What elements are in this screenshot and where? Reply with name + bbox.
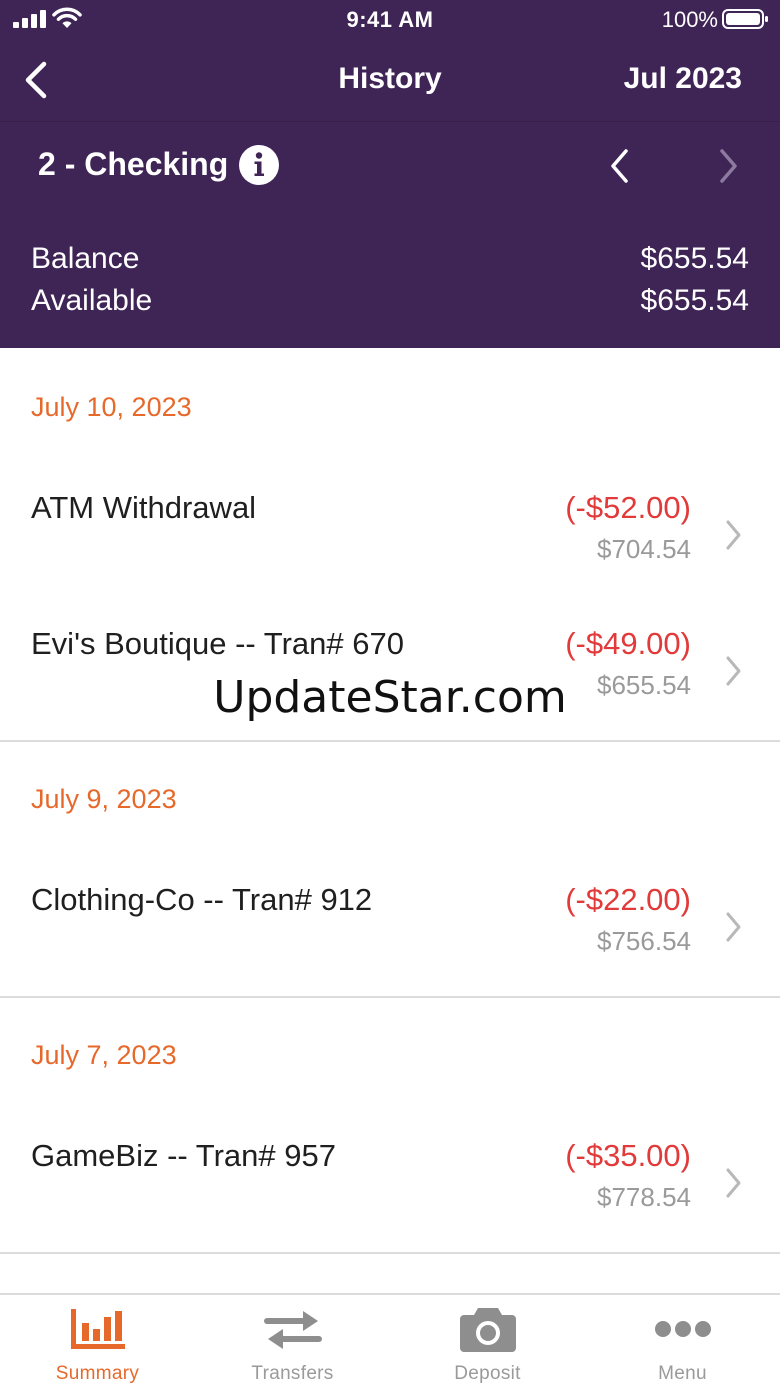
bar-chart-icon [0, 1305, 195, 1353]
next-account-button[interactable] [712, 146, 744, 186]
transaction-running-balance: $655.54 [597, 670, 691, 700]
chevron-right-icon [726, 656, 741, 686]
transaction-row[interactable]: ATM Withdrawal (-$52.00) $704.54 [0, 490, 780, 620]
transaction-name: Evi's Boutique -- Tran# 670 [31, 626, 404, 661]
transaction-name: GameBiz -- Tran# 957 [31, 1138, 336, 1173]
camera-icon [390, 1305, 585, 1353]
chevron-right-icon [726, 1168, 741, 1198]
status-bar: 9:41 AM 100% [0, 0, 780, 40]
tab-label: Summary [55, 1363, 140, 1384]
section-divider [0, 1252, 780, 1254]
battery-percent: 100% [661, 7, 718, 32]
date-header: July 10, 2023 [31, 392, 192, 422]
chevron-right-icon [726, 520, 741, 550]
account-header: 9:41 AM 100% History Jul 2023 2 - Checki… [0, 0, 780, 348]
transaction-row[interactable]: Evi's Boutique -- Tran# 670 (-$49.00) $6… [0, 626, 780, 756]
transaction-row[interactable]: GameBiz -- Tran# 957 (-$35.00) $778.54 [0, 1138, 780, 1268]
balance-value: $655.54 [640, 242, 749, 275]
section-divider [0, 740, 780, 742]
date-header: July 7, 2023 [31, 1040, 177, 1070]
tab-summary[interactable]: Summary [0, 1295, 195, 1387]
battery-icon [722, 9, 768, 29]
account-selector: 2 - Checking [0, 140, 780, 196]
tab-label: Menu [658, 1363, 707, 1384]
available-value: $655.54 [640, 284, 749, 317]
transfer-arrows-icon [195, 1305, 390, 1353]
more-dots-icon [585, 1305, 780, 1353]
section-divider [0, 996, 780, 998]
nav-divider [0, 121, 780, 122]
chevron-right-icon [726, 912, 741, 942]
info-icon[interactable] [238, 144, 280, 186]
previous-account-button[interactable] [604, 146, 636, 186]
transaction-amount: (-$22.00) [565, 882, 691, 917]
tab-label: Deposit [454, 1363, 521, 1384]
transaction-row[interactable]: Clothing-Co -- Tran# 912 (-$22.00) $756.… [0, 882, 780, 1012]
transaction-running-balance: $778.54 [597, 1182, 691, 1212]
transaction-amount: (-$49.00) [565, 626, 691, 661]
transaction-amount: (-$52.00) [565, 490, 691, 525]
tab-label: Transfers [251, 1363, 334, 1384]
account-name: 2 - Checking [38, 146, 229, 182]
transaction-amount: (-$35.00) [565, 1138, 691, 1173]
transaction-name: ATM Withdrawal [31, 490, 257, 525]
tab-deposit[interactable]: Deposit [390, 1295, 585, 1387]
transaction-name: Clothing-Co -- Tran# 912 [31, 882, 373, 917]
transaction-running-balance: $704.54 [597, 534, 691, 564]
tab-transfers[interactable]: Transfers [195, 1295, 390, 1387]
date-header: July 9, 2023 [31, 784, 177, 814]
month-selector[interactable]: Jul 2023 [624, 62, 742, 96]
tab-bar: Summary Transfers Deposit Menu [0, 1293, 780, 1387]
available-label: Available [31, 284, 153, 317]
tab-menu[interactable]: Menu [585, 1295, 780, 1387]
balance-label: Balance [31, 242, 140, 275]
transaction-running-balance: $756.54 [597, 926, 691, 956]
nav-bar: History Jul 2023 [0, 48, 780, 120]
